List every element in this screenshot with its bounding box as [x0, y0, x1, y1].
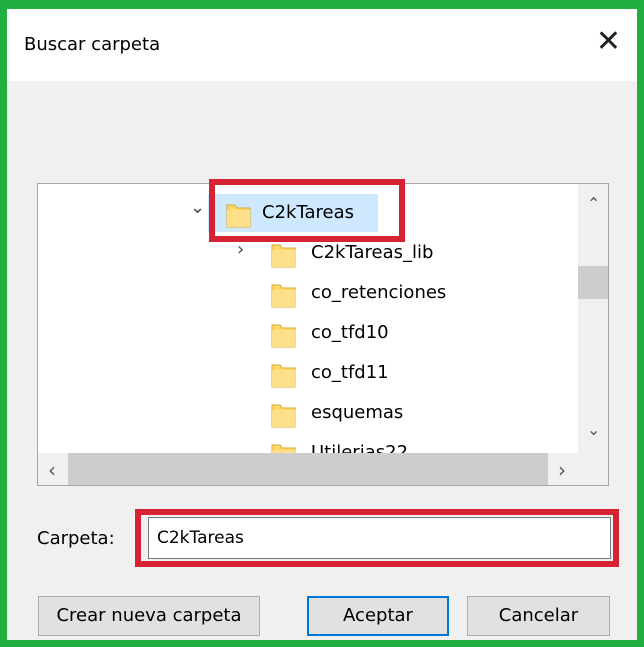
dialog-titlebar: Buscar carpeta ✕	[7, 9, 637, 81]
horizontal-scroll-thumb[interactable]	[68, 453, 548, 485]
tree-item-label: co_tfd10	[311, 322, 389, 343]
cancel-button[interactable]: Cancelar	[467, 596, 610, 636]
folder-field[interactable]	[148, 517, 611, 559]
scroll-right-icon[interactable]: ›	[558, 458, 566, 482]
scrollbar-corner	[578, 453, 608, 485]
tree-item-label: esquemas	[311, 402, 404, 423]
tree-item-c2ktareas-lib[interactable]: › C2kTareas_lib	[233, 234, 563, 272]
chevron-down-icon[interactable]: ⌄	[190, 197, 205, 218]
tree-item-co-tfd11[interactable]: co_tfd11	[233, 354, 563, 392]
tree-item-utilerias22[interactable]: Utilerias22	[233, 434, 563, 454]
folder-icon	[271, 241, 296, 268]
vertical-scrollbar[interactable]: ⌃ ⌄	[578, 184, 608, 454]
tree-item-label: C2kTareas	[262, 202, 354, 223]
scroll-left-icon[interactable]: ‹	[48, 458, 56, 482]
tree-item-label: co_tfd11	[311, 362, 389, 383]
horizontal-scrollbar[interactable]: ‹ ›	[38, 453, 608, 485]
close-icon[interactable]: ✕	[596, 27, 621, 57]
scroll-up-icon[interactable]: ⌃	[587, 194, 600, 213]
tree-item-c2ktareas[interactable]: C2kTareas	[208, 194, 378, 232]
ok-button[interactable]: Aceptar	[307, 596, 449, 636]
folder-tree[interactable]: C2kTareas ⌄ › C2kTareas_lib co_retencion…	[37, 183, 609, 486]
folder-field-label: Carpeta:	[37, 528, 115, 549]
chevron-right-icon[interactable]: ›	[237, 239, 244, 260]
folder-icon	[271, 401, 296, 428]
dialog-title: Buscar carpeta	[24, 34, 161, 55]
tree-item-co-retenciones[interactable]: co_retenciones	[233, 274, 563, 312]
new-folder-button[interactable]: Crear nueva carpeta	[38, 596, 260, 636]
folder-icon	[271, 281, 296, 308]
folder-icon	[271, 361, 296, 388]
tree-item-co-tfd10[interactable]: co_tfd10	[233, 314, 563, 352]
tree-item-label: C2kTareas_lib	[311, 242, 434, 263]
scroll-down-icon[interactable]: ⌄	[587, 420, 600, 439]
folder-icon	[271, 321, 296, 348]
folder-icon	[226, 201, 251, 228]
tree-item-esquemas[interactable]: esquemas	[233, 394, 563, 432]
tree-item-label: co_retenciones	[311, 282, 447, 303]
tree-expanded-chevron[interactable]: ⌄	[188, 194, 208, 232]
vertical-scroll-thumb[interactable]	[578, 266, 608, 299]
